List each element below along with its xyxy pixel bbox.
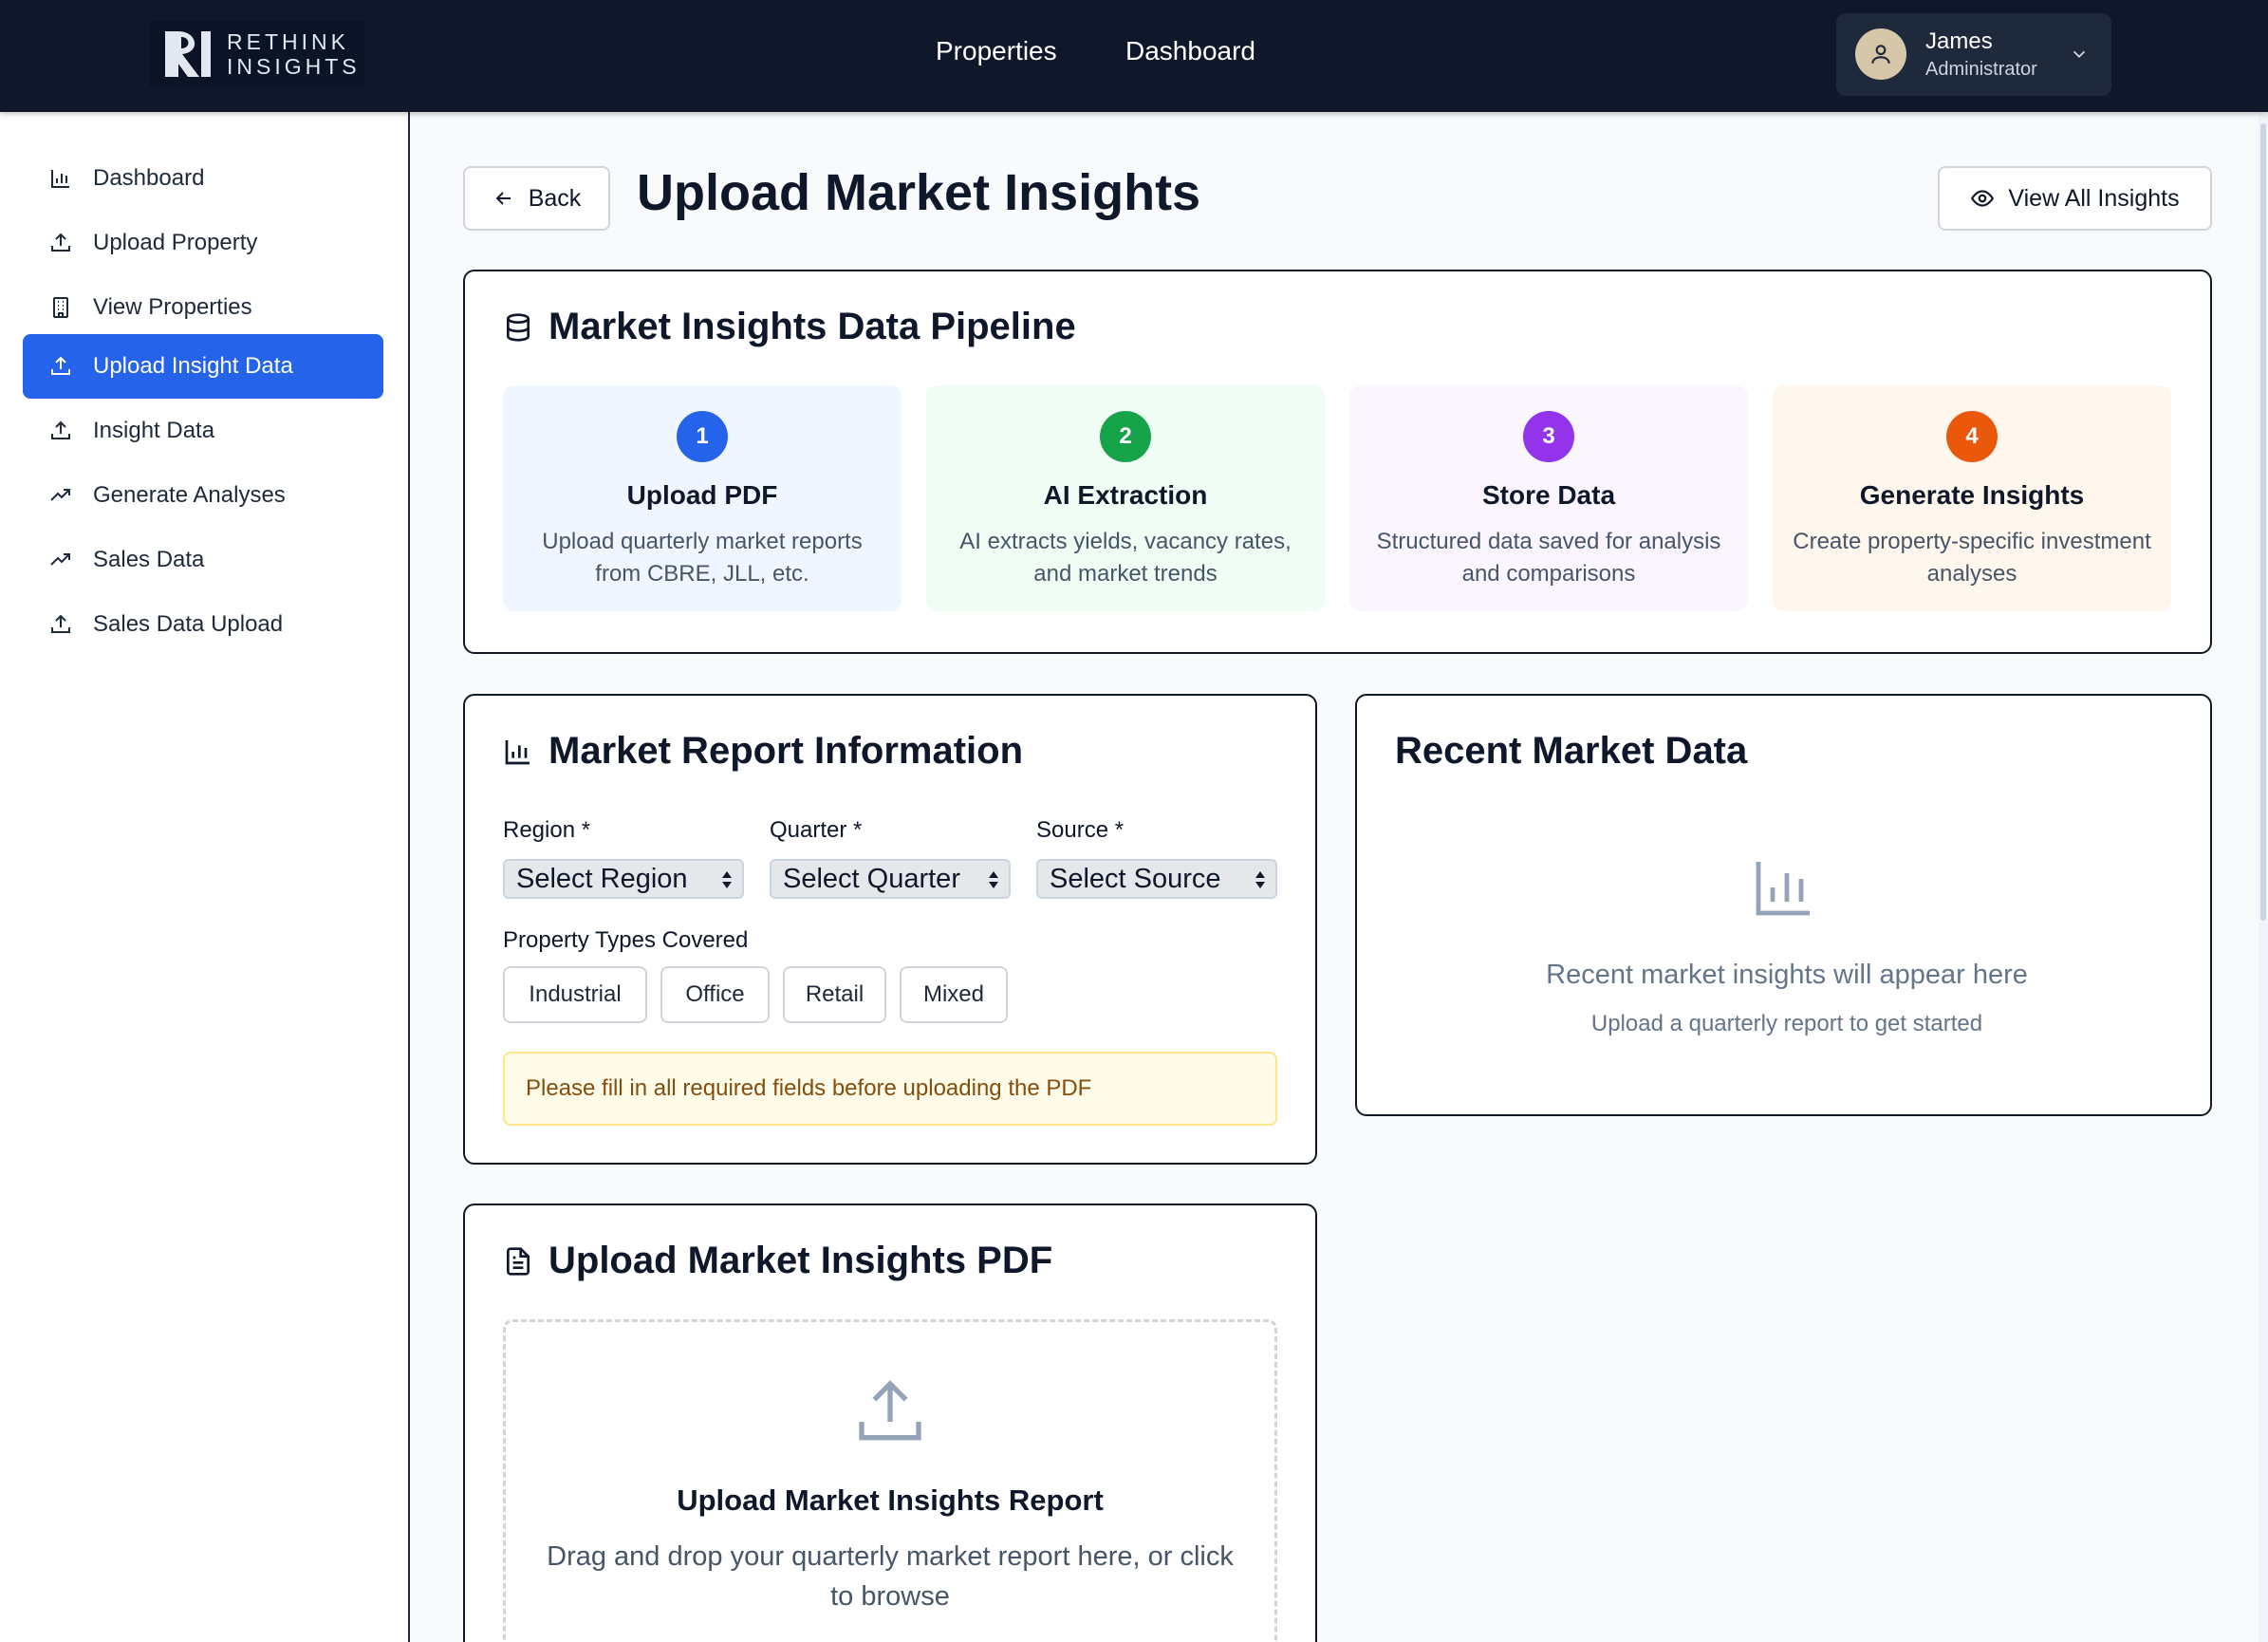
recent-market-data-title: Recent Market Data	[1395, 730, 1748, 772]
view-all-insights-label: View All Insights	[2008, 184, 2180, 212]
database-icon	[507, 312, 530, 342]
upload-pdf-card: Upload Market Insights PDF Upload Market…	[463, 1204, 1317, 1642]
eye-icon	[1971, 190, 1995, 207]
back-button[interactable]: Back	[463, 166, 610, 231]
source-select-value: Select Source	[1050, 863, 1221, 894]
step-title: Generate Insights	[1859, 480, 2085, 510]
sidebar-item-label: Upload Property	[93, 230, 258, 255]
upload-icon	[51, 356, 70, 375]
property-type-office[interactable]: Office	[660, 966, 770, 1023]
scrollbar-thumb[interactable]	[2260, 123, 2266, 921]
step-number: 3	[1523, 411, 1574, 462]
arrow-left-icon	[495, 192, 511, 205]
property-type-industrial[interactable]: Industrial	[503, 966, 647, 1023]
recent-empty-message: Recent market insights will appear here	[1546, 960, 2028, 990]
sidebar-item-generate-analyses[interactable]: Generate Analyses	[23, 463, 383, 528]
logo-line2: INSIGHTS	[227, 53, 361, 79]
select-arrows-icon	[722, 871, 732, 888]
required-fields-warning: Please fill in all required fields befor…	[503, 1052, 1277, 1126]
logo-mark-icon	[158, 27, 217, 82]
quarter-select[interactable]: Select Quarter	[770, 859, 1011, 899]
user-name: James	[1925, 28, 1993, 54]
step-description: AI extracts yields, vacancy rates, and m…	[959, 529, 1292, 587]
region-label: Region *	[503, 817, 591, 843]
source-label: Source *	[1036, 817, 1125, 843]
upload-pdf-title: Upload Market Insights PDF	[548, 1240, 1053, 1281]
nav-properties[interactable]: Properties	[936, 36, 1057, 66]
trending-up-icon	[50, 489, 70, 501]
sidebar-item-upload-insight-data[interactable]: Upload Insight Data	[23, 334, 383, 399]
quarter-select-value: Select Quarter	[783, 863, 960, 894]
user-icon	[1871, 45, 1890, 64]
view-all-insights-button[interactable]: View All Insights	[1938, 166, 2212, 231]
step-number: 2	[1100, 411, 1151, 462]
bar-chart-icon	[51, 170, 69, 188]
dropzone-title: Upload Market Insights Report	[677, 1483, 1104, 1517]
step-description: Structured data saved for analysis and c…	[1376, 529, 1721, 587]
sidebar: Dashboard Upload Property View Propertie…	[0, 112, 410, 1642]
pipeline-card: Market Insights Data Pipeline 1 Upload P…	[463, 270, 2212, 654]
pipeline-step-store-data: 3 Store Data Structured data saved for a…	[1349, 385, 1748, 611]
sidebar-item-view-properties[interactable]: View Properties	[23, 275, 383, 340]
step-title: Upload PDF	[626, 480, 778, 510]
brand-logo[interactable]: RETHINK INSIGHTS	[149, 21, 364, 86]
region-select-value: Select Region	[516, 863, 688, 894]
pipeline-step-upload-pdf: 1 Upload PDF Upload quarterly market rep…	[503, 385, 902, 611]
page-title: Upload Market Insights	[637, 164, 1201, 221]
step-number: 1	[677, 411, 728, 462]
select-arrows-icon	[1255, 871, 1265, 888]
sidebar-item-insight-data[interactable]: Insight Data	[23, 399, 383, 463]
recent-market-data-card: Recent Market Data Recent market insight…	[1355, 694, 2212, 1116]
step-title: Store Data	[1481, 480, 1616, 510]
quarter-label: Quarter *	[770, 817, 863, 843]
pipeline-title: Market Insights Data Pipeline	[548, 306, 1076, 347]
sidebar-item-dashboard[interactable]: Dashboard	[23, 146, 383, 211]
market-report-info-card: Market Report Information Region * Selec…	[463, 694, 1317, 1165]
bar-chart-icon	[505, 739, 530, 764]
building-icon	[53, 297, 68, 318]
recent-empty-submessage: Upload a quarterly report to get started	[1590, 1011, 1983, 1036]
region-select[interactable]: Select Region	[503, 859, 744, 899]
select-arrows-icon	[989, 871, 998, 888]
upload-icon	[859, 1380, 921, 1441]
sidebar-item-label: Sales Data Upload	[93, 611, 284, 637]
sidebar-item-label: Insight Data	[93, 418, 215, 443]
sidebar-item-label: View Properties	[93, 294, 252, 320]
step-description: Create property-specific investment anal…	[1793, 529, 2151, 587]
top-navbar: RETHINK INSIGHTS Properties Dashboard Ja…	[0, 0, 2268, 112]
user-menu[interactable]: James Administrator	[1836, 13, 2111, 96]
pipeline-step-generate-insights: 4 Generate Insights Create property-spec…	[1773, 385, 2171, 611]
step-title: AI Extraction	[1043, 480, 1208, 510]
avatar	[1855, 28, 1906, 80]
sidebar-item-upload-property[interactable]: Upload Property	[23, 211, 383, 275]
logo-line1: RETHINK	[227, 28, 349, 54]
source-select[interactable]: Select Source	[1036, 859, 1277, 899]
sidebar-item-label: Upload Insight Data	[93, 353, 293, 379]
back-button-label: Back	[528, 184, 582, 212]
step-description: Upload quarterly market reports from CBR…	[542, 529, 863, 587]
sidebar-item-sales-data-upload[interactable]: Sales Data Upload	[23, 592, 383, 657]
pipeline-step-ai-extraction: 2 AI Extraction AI extracts yields, vaca…	[926, 385, 1325, 611]
upload-icon	[51, 420, 70, 439]
pdf-dropzone[interactable]: Upload Market Insights Report Drag and d…	[503, 1319, 1277, 1642]
property-types-label: Property Types Covered	[503, 927, 749, 953]
chevron-down-icon[interactable]	[2069, 44, 2090, 65]
sidebar-item-sales-data[interactable]: Sales Data	[23, 528, 383, 592]
sidebar-item-label: Sales Data	[93, 547, 205, 572]
user-role: Administrator	[1925, 59, 2037, 80]
bar-chart-icon	[1756, 862, 1810, 916]
dropzone-description: Drag and drop your quarterly market repo…	[547, 1541, 1234, 1612]
property-type-retail[interactable]: Retail	[783, 966, 886, 1023]
step-number: 4	[1946, 411, 1998, 462]
trending-up-icon	[50, 553, 70, 566]
upload-icon	[51, 614, 70, 633]
property-type-mixed[interactable]: Mixed	[900, 966, 1008, 1023]
sidebar-item-label: Dashboard	[93, 165, 205, 191]
nav-dashboard[interactable]: Dashboard	[1125, 36, 1255, 66]
sidebar-item-label: Generate Analyses	[93, 482, 286, 508]
file-text-icon	[507, 1246, 530, 1276]
upload-icon	[51, 233, 70, 252]
market-report-info-title: Market Report Information	[548, 730, 1024, 772]
